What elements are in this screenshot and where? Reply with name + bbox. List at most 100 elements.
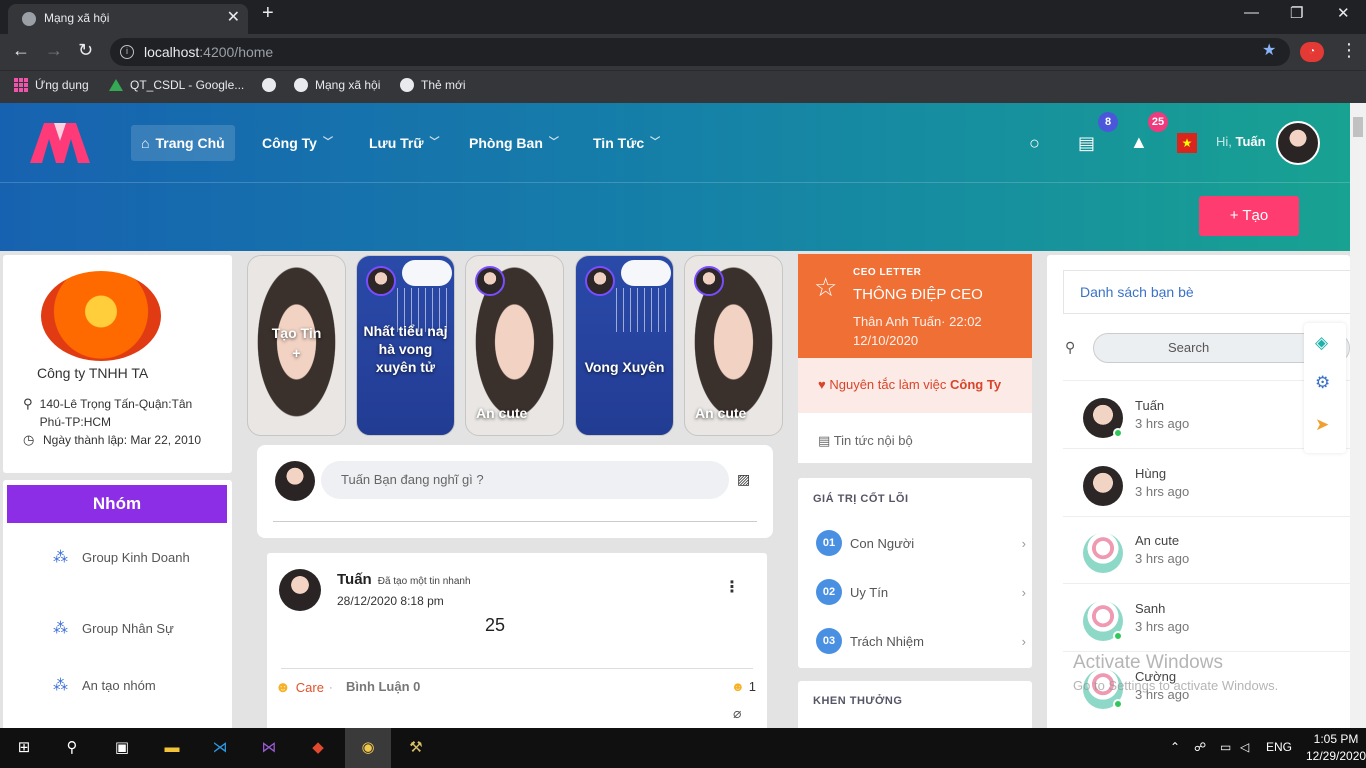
bookmarks-bar: Ứng dụng QT_CSDL - Google... Mạng xã hội… (0, 70, 1366, 103)
nav-news[interactable]: Tin Tức ﹀ (583, 125, 670, 161)
bell-icon[interactable]: ▲ (1130, 132, 1148, 153)
scrollbar-thumb[interactable] (1353, 117, 1363, 137)
profile-icon[interactable]: ◔ (1300, 42, 1324, 62)
story-label: Nhất tiểu naj hà vong xuyên tử (363, 323, 448, 375)
friends-title[interactable]: Danh sách bạn bè (1080, 284, 1194, 300)
close-tab-icon[interactable]: ✕ (227, 4, 240, 32)
core-value-item[interactable]: 03 Trách Nhiệm › (816, 628, 1026, 654)
nav-company[interactable]: Công Ty ﹀ (252, 125, 343, 161)
close-window-icon[interactable]: ✕ (1337, 4, 1350, 22)
windows-start-icon[interactable]: ⊞ (12, 736, 36, 760)
friend-item[interactable]: Cường 3 hrs ago (1083, 669, 1189, 709)
ceo-letter-card[interactable]: ☆ CEO LETTER THÔNG ĐIỆP CEO Thân Anh Tuấ… (798, 254, 1032, 358)
bookmark-star-icon[interactable]: ★ (1262, 40, 1276, 60)
principles-link[interactable]: ♥ Nguyên tắc làm việc Công Ty (798, 358, 1032, 413)
reload-icon[interactable]: ↻ (78, 40, 93, 61)
core-value-item[interactable]: 01 Con Người › (816, 530, 1026, 556)
post-author[interactable]: Tuấn (337, 571, 372, 588)
story-item[interactable]: An cute (465, 255, 564, 436)
friend-name: Sanh (1135, 601, 1166, 616)
user-avatar[interactable] (1276, 121, 1320, 165)
minimize-icon[interactable]: — (1244, 4, 1259, 21)
friend-item[interactable]: Sanh 3 hrs ago (1083, 601, 1189, 641)
group-item[interactable]: ⁂ Group Nhân Sự (53, 619, 174, 638)
page-scrollbar[interactable] (1350, 103, 1366, 728)
comment-button[interactable]: Bình Luận 0 (346, 679, 420, 694)
store-icon[interactable]: ▣ (110, 736, 134, 760)
tool-icon[interactable]: ⚒ (404, 736, 428, 760)
forward-icon[interactable]: → (45, 40, 63, 61)
post-header: Tuấn Đã tạo một tin nhanh (337, 571, 471, 588)
nav-storage[interactable]: Lưu Trữ ﹀ (359, 125, 450, 161)
story-create[interactable]: Tạo Tin + (247, 255, 346, 436)
bookmark-mang-xa-hoi[interactable]: Mạng xã hội (294, 78, 380, 92)
git-icon[interactable]: ◆ (306, 736, 330, 760)
group-item[interactable]: ⁂ An tạo nhóm (53, 676, 156, 695)
care-reaction-button[interactable]: ☻ Care · (275, 679, 333, 696)
internal-news-link[interactable]: ▤ Tin tức nội bộ (798, 413, 1032, 463)
post-author-avatar[interactable] (279, 569, 321, 611)
vscode-icon[interactable]: ⋊ (208, 736, 232, 760)
story-item[interactable]: Vong Xuyên (575, 255, 674, 436)
browser-menu-icon[interactable]: ⋮ (1340, 40, 1358, 61)
online-indicator (1113, 699, 1123, 709)
friend-item[interactable]: Tuấn 3 hrs ago (1083, 398, 1189, 438)
side-toolbar: ◈ ⚙ ➤ (1304, 323, 1346, 453)
story-label: Tạo Tin (271, 325, 322, 341)
attachment-icon[interactable]: ⌀ (733, 705, 741, 722)
send-icon[interactable]: ➤ (1315, 415, 1329, 435)
bookmark-apps[interactable]: Ứng dụng (14, 78, 89, 92)
company-founded-row: ◷ Ngày thành lập: Mar 22, 2010 (23, 431, 201, 449)
search-icon[interactable]: ⚲ (60, 736, 84, 760)
url-input[interactable]: i localhost:4200/home (110, 38, 1290, 66)
back-icon[interactable]: ← (12, 40, 30, 61)
online-indicator (1113, 631, 1123, 641)
post-menu-icon[interactable]: ⋮ (724, 577, 740, 597)
vietnam-flag-icon[interactable]: ★ (1177, 133, 1197, 153)
gear-icon[interactable]: ⚙ (1315, 373, 1330, 393)
friend-item[interactable]: Hùng 3 hrs ago (1083, 466, 1189, 506)
bookmark-qt-csdl[interactable]: QT_CSDL - Google... (109, 78, 244, 92)
nav-departments[interactable]: Phòng Ban ﹀ (459, 125, 569, 161)
chrome-icon[interactable]: ◉ (345, 728, 391, 768)
info-icon[interactable]: i (120, 45, 134, 59)
ceo-author-time: Thân Anh Tuấn· 22:02 (853, 314, 982, 329)
friend-item[interactable]: An cute 3 hrs ago (1083, 533, 1189, 573)
story-label: An cute (695, 405, 747, 421)
search-icon[interactable]: ○ (1029, 133, 1040, 154)
story-item[interactable]: Nhất tiểu naj hà vong xuyên tử (356, 255, 455, 436)
tray-chevron-icon[interactable]: ⌃ (1170, 740, 1180, 754)
reaction-count: ☻ 1 (731, 679, 756, 694)
volume-icon[interactable]: ◁ (1240, 740, 1249, 754)
browser-tab[interactable]: Mạng xã hội ✕ (8, 4, 248, 34)
photo-upload-icon[interactable]: ▨ (737, 471, 750, 488)
theme-drop-icon[interactable]: ◈ (1315, 333, 1328, 353)
story-item[interactable]: An cute (684, 255, 783, 436)
visual-studio-icon[interactable]: ⋈ (257, 736, 281, 760)
file-explorer-icon[interactable]: ▬ (160, 736, 184, 760)
core-value-number: 03 (816, 628, 842, 654)
company-name: Công ty TNHH TA (37, 365, 149, 381)
new-tab-button[interactable]: + (262, 2, 274, 25)
app-logo[interactable] (30, 123, 90, 163)
people-icon[interactable]: ☍ (1194, 740, 1206, 754)
groups-title: Nhóm (7, 485, 227, 523)
language-indicator[interactable]: ENG (1266, 740, 1292, 754)
clock[interactable]: 1:05 PM 12/29/2020 (1306, 731, 1366, 765)
composer-input[interactable]: Tuấn Bạn đang nghĩ gì ? (321, 461, 729, 499)
bookmark-the-moi[interactable]: Thẻ mới (400, 78, 466, 92)
network-icon[interactable]: ▭ (1220, 740, 1231, 754)
groups-card: Nhóm ⁂ Group Kinh Doanh ⁂ Group Nhân Sự … (3, 480, 232, 728)
chat-icon[interactable]: ▤ (1078, 133, 1095, 154)
friend-name: Hùng (1135, 466, 1167, 481)
nav-label: Lưu Trữ (369, 135, 424, 151)
group-item[interactable]: ⁂ Group Kinh Doanh (53, 548, 213, 567)
user-greeting[interactable]: Hi, Tuấn (1216, 134, 1266, 149)
create-button[interactable]: + Tạo (1199, 196, 1299, 236)
bookmark-globe[interactable] (262, 78, 276, 92)
url-path: :4200/home (199, 44, 274, 60)
nav-home[interactable]: ⌂ Trang Chủ (131, 125, 235, 161)
maximize-icon[interactable]: ❐ (1290, 4, 1303, 22)
friend-name: An cute (1135, 533, 1180, 548)
core-value-item[interactable]: 02 Uy Tín › (816, 579, 1026, 605)
